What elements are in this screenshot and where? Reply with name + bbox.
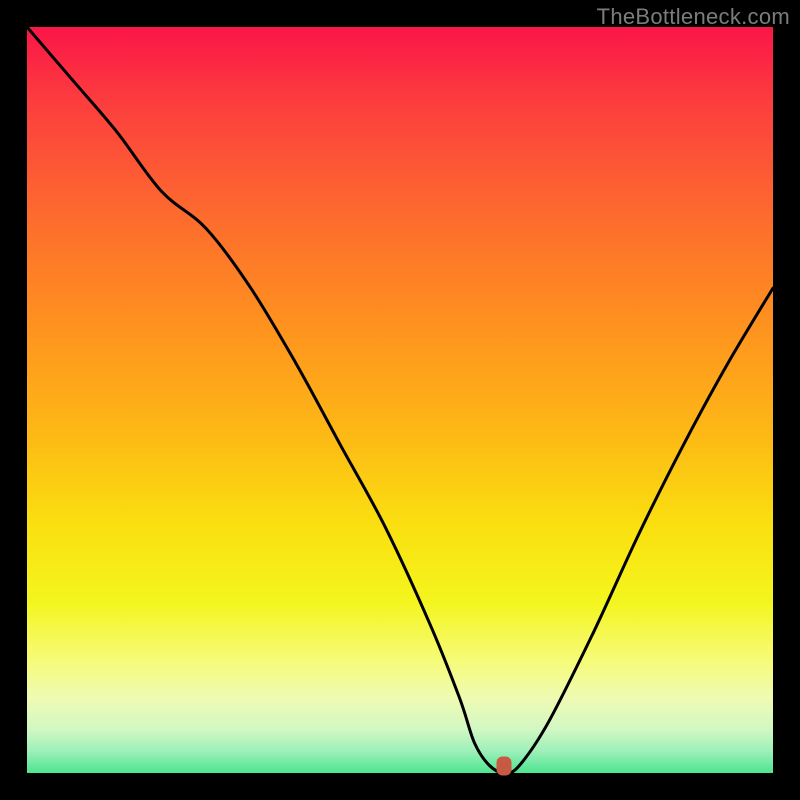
chart-plot-area: [27, 27, 773, 773]
bottleneck-curve: [27, 27, 773, 773]
chart-frame: TheBottleneck.com: [0, 0, 800, 800]
optimal-point-marker: [497, 756, 512, 775]
